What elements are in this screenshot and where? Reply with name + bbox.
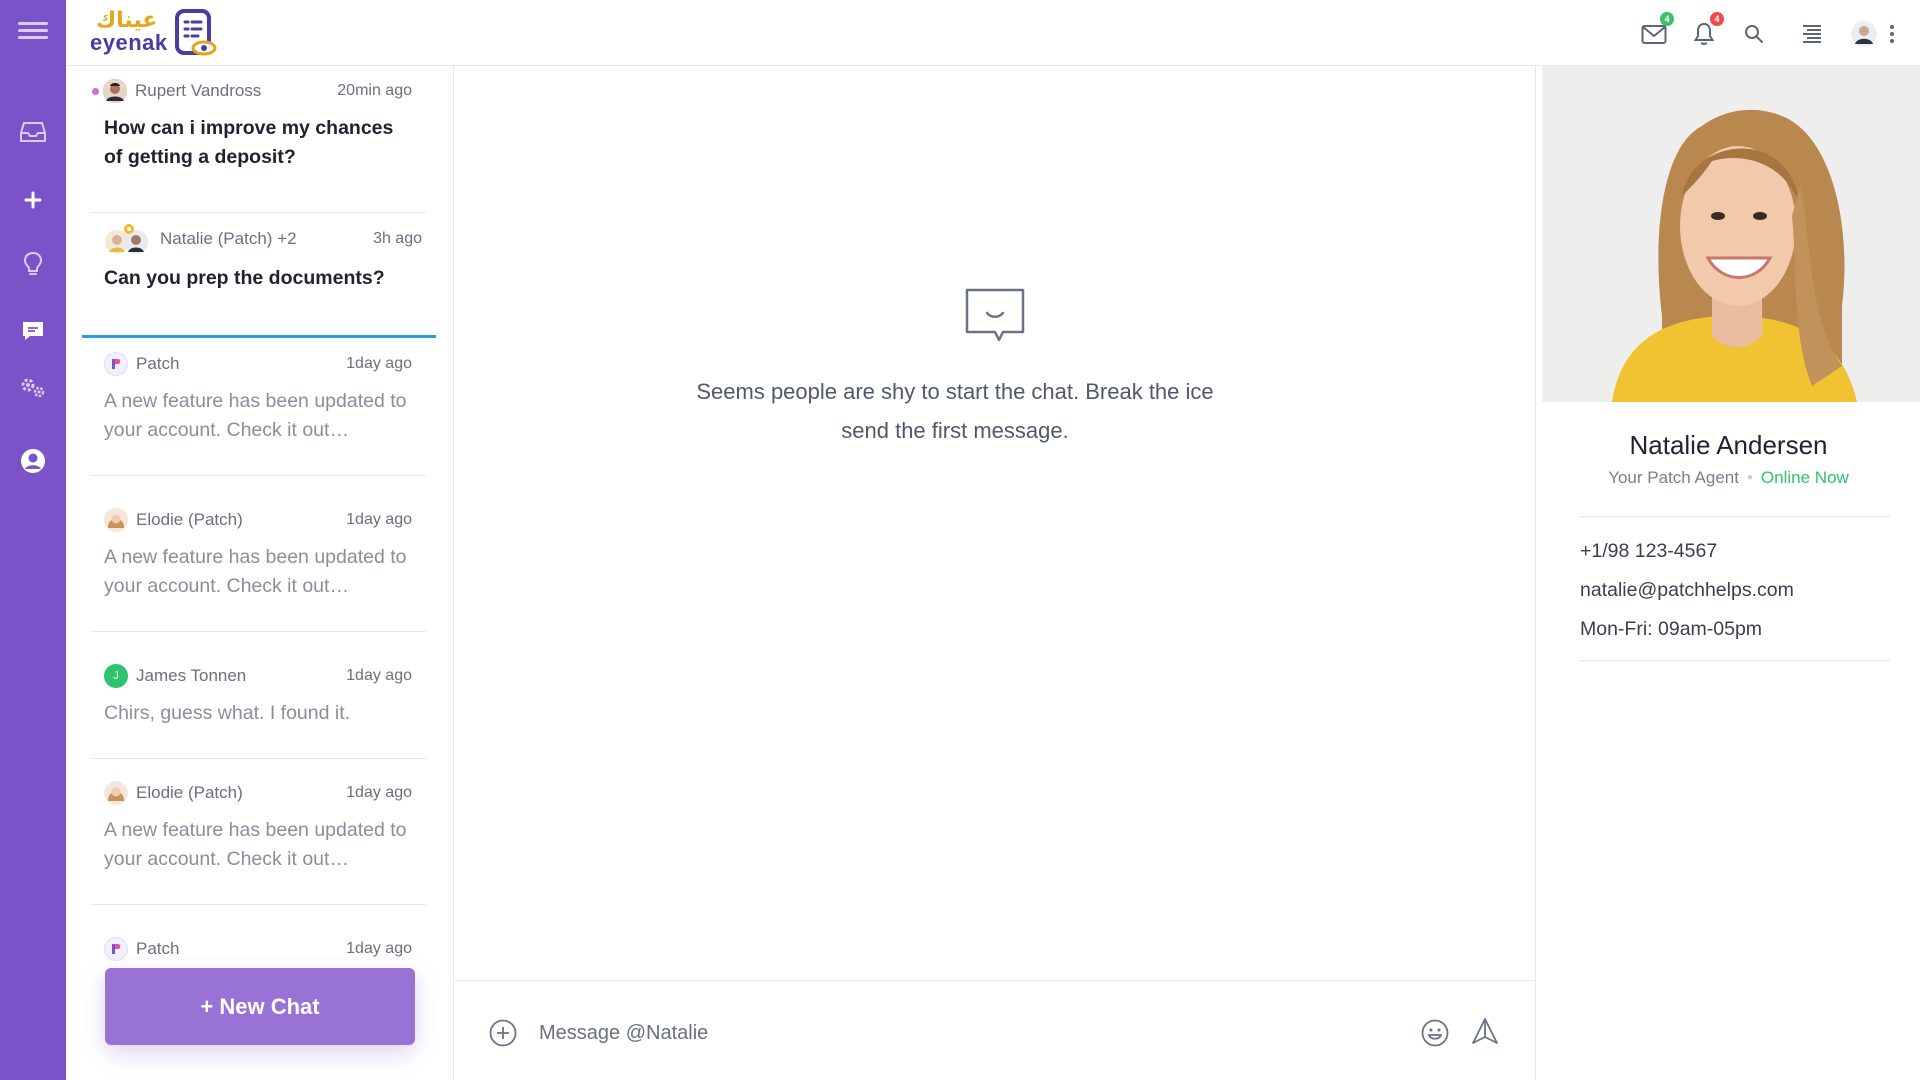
bell-badge: 4	[1710, 12, 1724, 26]
chat-main: Seems people are shy to start the chat. …	[455, 66, 1535, 1080]
top-bar: عيناك eyenak 4 4	[66, 0, 1920, 66]
separator-dot: •	[1746, 468, 1753, 487]
message-input[interactable]	[539, 1013, 1339, 1053]
agent-phone[interactable]: +1/98 123-4567	[1580, 540, 1717, 563]
chat-list: Rupert Vandross 20min ago How can i impr…	[66, 66, 454, 1080]
chat-list-item[interactable]: Rupert Vandross 20min ago How can i impr…	[90, 78, 426, 213]
group-avatars	[104, 224, 158, 254]
unread-dot	[92, 87, 99, 95]
agent-name: Natalie Andersen	[1629, 430, 1828, 460]
avatar	[103, 79, 127, 103]
patch-logo-icon	[104, 352, 128, 376]
search-icon[interactable]	[1738, 18, 1770, 50]
message-composer	[455, 980, 1535, 1080]
left-rail	[0, 0, 66, 1080]
account-icon[interactable]	[0, 441, 66, 481]
more-vertical-icon[interactable]	[1882, 18, 1902, 50]
chat-list-item[interactable]: J James Tonnen 1day ago Chirs, guess wha…	[90, 663, 426, 759]
mail-badge: 4	[1660, 12, 1674, 26]
inbox-icon[interactable]	[0, 112, 66, 152]
avatar	[104, 508, 128, 532]
user-avatar[interactable]	[1848, 18, 1880, 50]
mail-icon[interactable]: 4	[1638, 12, 1674, 50]
chat-list-item[interactable]: Patch 1day ago A new feature has been up…	[90, 351, 426, 476]
chat-list-item-selected[interactable]: Natalie (Patch) +2 3h ago Can you prep t…	[82, 224, 436, 338]
eyenak-logo[interactable]: عيناك eyenak	[78, 6, 228, 60]
divider	[1580, 660, 1890, 661]
new-chat-button[interactable]: + New Chat	[105, 968, 415, 1045]
profile-panel: Natalie Andersen Your Patch Agent • Online…	[1535, 66, 1920, 1080]
list-icon[interactable]	[1796, 18, 1828, 50]
chat-list-item[interactable]: Elodie (Patch) 1day ago A new feature ha…	[90, 507, 426, 632]
avatar-initial: J	[104, 664, 128, 688]
attach-plus-icon[interactable]	[489, 1019, 517, 1047]
chat-list-item[interactable]: Elodie (Patch) 1day ago A new feature ha…	[90, 780, 426, 905]
menu-icon[interactable]	[0, 10, 66, 50]
agent-role-line: Your Patch Agent • Online Now	[1608, 468, 1849, 487]
empty-chat-icon	[965, 288, 1025, 342]
patch-logo-icon	[104, 937, 128, 961]
send-icon[interactable]	[1471, 1017, 1499, 1047]
emoji-icon[interactable]	[1421, 1019, 1449, 1047]
avatar	[104, 781, 128, 805]
logo-mark-icon	[175, 9, 217, 56]
bell-icon[interactable]: 4	[1688, 12, 1724, 50]
settings-icon[interactable]	[0, 368, 66, 408]
online-status: Online Now	[1760, 468, 1849, 487]
agent-email[interactable]: natalie@patchhelps.com	[1580, 579, 1794, 602]
agent-photo	[1542, 66, 1920, 402]
lightbulb-icon[interactable]	[0, 244, 66, 284]
empty-state-text: Seems people are shy to start the chat. …	[696, 379, 1214, 443]
add-icon[interactable]	[0, 180, 66, 220]
divider	[1580, 516, 1890, 517]
agent-hours: Mon-Fri: 09am-05pm	[1580, 618, 1763, 640]
chat-icon[interactable]	[0, 311, 66, 351]
